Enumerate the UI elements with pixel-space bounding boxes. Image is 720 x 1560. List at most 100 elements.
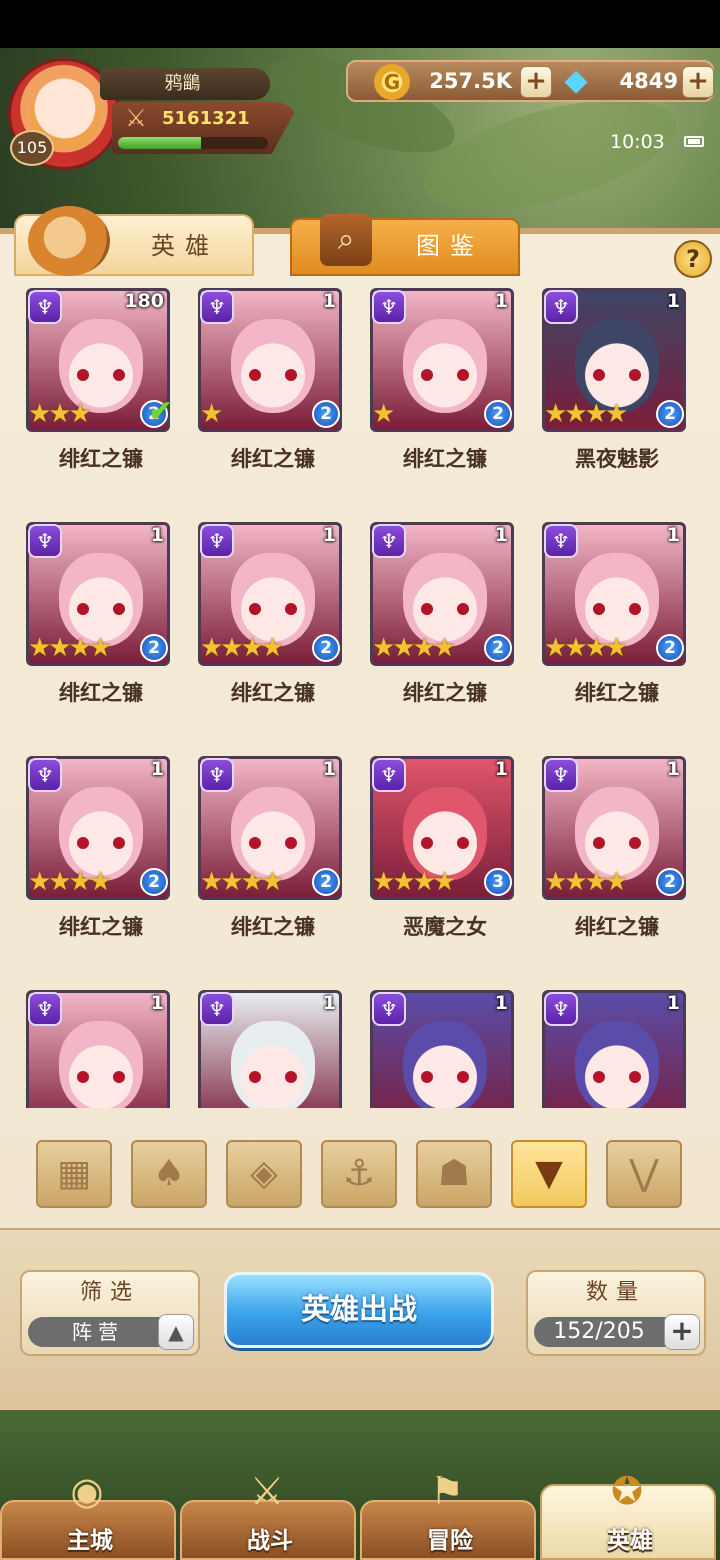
hero-card[interactable]: ♆ 1 ★★★★ 2 绯红之镰 [20,516,170,716]
nav-label: 战斗 [247,1528,293,1554]
hero-rank-badge: 2 [656,868,684,896]
demon-faction-icon: ♆ [544,992,578,1026]
tab-heroes-label: 英雄 [151,232,219,260]
hero-name: 绯红之镰 [403,447,487,471]
leaf-faction-icon[interactable]: ♠ [131,1140,207,1208]
hero-card[interactable]: ♆ 1 [364,984,514,1108]
experience-bar [118,137,268,149]
diamond-icon: ◆ [564,63,588,98]
star-rating-icon: ★★★★ [28,867,112,897]
star-rating-icon: ★★★★ [544,633,628,663]
hero-eyes [77,603,125,615]
grid-icon[interactable]: ▦ [36,1140,112,1208]
hero-rank-badge: 2 [312,868,340,896]
hero-face [231,1021,315,1108]
demon-faction-icon: ♆ [372,290,406,324]
hero-card[interactable]: ♆ 1 ★★★★ 3 恶魔之女 [364,750,514,950]
hero-eyes [421,1071,469,1083]
hero-card[interactable]: ♆ 1 [536,984,686,1108]
checkmark-icon: ✔ [148,394,174,429]
hero-eyes [249,1071,297,1083]
hero-card[interactable]: ♆ 1 [192,984,342,1108]
add-gems-button[interactable]: + [682,66,714,98]
hero-level: 1 [666,290,680,312]
crossed-swords-icon: ⚔ [249,1469,285,1513]
expand-capacity-button[interactable]: + [664,1314,700,1350]
chevron-up-icon[interactable]: ▲ [158,1314,194,1350]
hero-card[interactable]: ♆ 1 ★★★★ 2 绯红之镰 [364,516,514,716]
hero-eyes [421,603,469,615]
hero-eyes [421,837,469,849]
hero-card[interactable]: ♆ 1 ★★★★ 2 黑夜魅影 [536,282,686,482]
star-rating-icon: ★★★★ [544,399,628,429]
star-rating-icon: ★ [200,399,223,429]
hero-face [403,319,487,413]
hero-level: 1 [322,524,336,546]
help-button[interactable]: ? [674,240,712,278]
hero-level: 1 [666,758,680,780]
experience-fill [118,137,201,149]
hero-rank-badge: 2 [656,634,684,662]
hero-eyes [77,369,125,381]
demon-faction-icon: ♆ [200,524,234,558]
demon-faction-icon: ♆ [200,290,234,324]
hero-card[interactable]: ♆ 1 ★★★★ 2 绯红之镰 [536,750,686,950]
hero-name: 恶魔之女 [403,915,487,939]
hero-level: 1 [494,290,508,312]
hero-rank-badge: 2 [484,634,512,662]
hero-rank-badge: 2 [312,634,340,662]
hero-eyes [593,603,641,615]
hero-card[interactable]: ♆ 1 ★★★★ 2 绯红之镰 [536,516,686,716]
hero-level: 1 [150,758,164,780]
hero-level: 1 [494,524,508,546]
diamond-faction-icon[interactable]: ◈ [226,1140,302,1208]
filter-title: 筛选 [79,1280,140,1305]
hero-card[interactable]: ♆ 1 [20,984,170,1108]
hero-emblem-icon: ✪ [611,1469,643,1513]
add-gold-button[interactable]: + [520,66,552,98]
demon-faction-icon[interactable]: ▼ [511,1140,587,1208]
hero-name: 绯红之镰 [231,915,315,939]
hero-count-value: 152/205 [553,1319,645,1344]
hero-name: 绯红之镰 [231,447,315,471]
hero-name: 绯红之镰 [575,915,659,939]
hero-rank-badge: 2 [312,400,340,428]
hero-card[interactable]: ♆ 1 ★ 2 绯红之镰 [364,282,514,482]
hero-card[interactable]: ♆ 1 ★★★★ 2 绯红之镰 [192,516,342,716]
hero-card[interactable]: ♆ 1 ★ 2 绯红之镰 [192,282,342,482]
hero-card[interactable]: ♆ 1 ★★★★ 2 绯红之镰 [20,750,170,950]
combat-power-value: 5161321 [162,108,250,129]
hero-name: 绯红之镰 [59,447,143,471]
tab-codex-label: 图鉴 [416,232,484,260]
hero-eyes [249,603,297,615]
demon-faction-icon: ♆ [28,524,62,558]
hero-eyes [77,837,125,849]
player-name: 鸦鶅 [164,73,201,94]
hero-face [59,1021,143,1108]
scroll-map-icon: ⚑ [429,1469,465,1513]
beast-faction-icon[interactable]: ☗ [416,1140,492,1208]
hero-level: 1 [494,992,508,1014]
hero-card[interactable]: ♆ 1 ★★★★ 2 绯红之镰 [192,750,342,950]
hero-level: 1 [666,524,680,546]
hero-count-title: 数量 [585,1280,646,1305]
anchor-faction-icon[interactable]: ⚓ [321,1140,397,1208]
hero-rank-badge: 2 [656,400,684,428]
nav-label: 冒险 [427,1528,473,1554]
gold-coin-icon: G [374,64,410,100]
magnifier-book-icon: ⌕ [320,214,372,266]
demon-faction-icon: ♆ [544,290,578,324]
knight-helmet-icon [28,206,110,276]
hero-level: 180 [124,290,164,312]
crossed-swords-icon: ⚔ [125,104,147,132]
hero-level: 1 [322,758,336,780]
demon-faction-icon: ♆ [200,992,234,1026]
hero-eyes [593,1071,641,1083]
hero-face [575,1021,659,1108]
wings-faction-icon[interactable]: ⋁ [606,1140,682,1208]
hero-card[interactable]: ♆ 180 ★★★ 2 ✔ 绯红之镰 [20,282,173,482]
hero-level: 1 [494,758,508,780]
star-rating-icon: ★★★★ [372,867,456,897]
hero-rank-badge: 2 [140,868,168,896]
demon-faction-icon: ♆ [28,290,62,324]
